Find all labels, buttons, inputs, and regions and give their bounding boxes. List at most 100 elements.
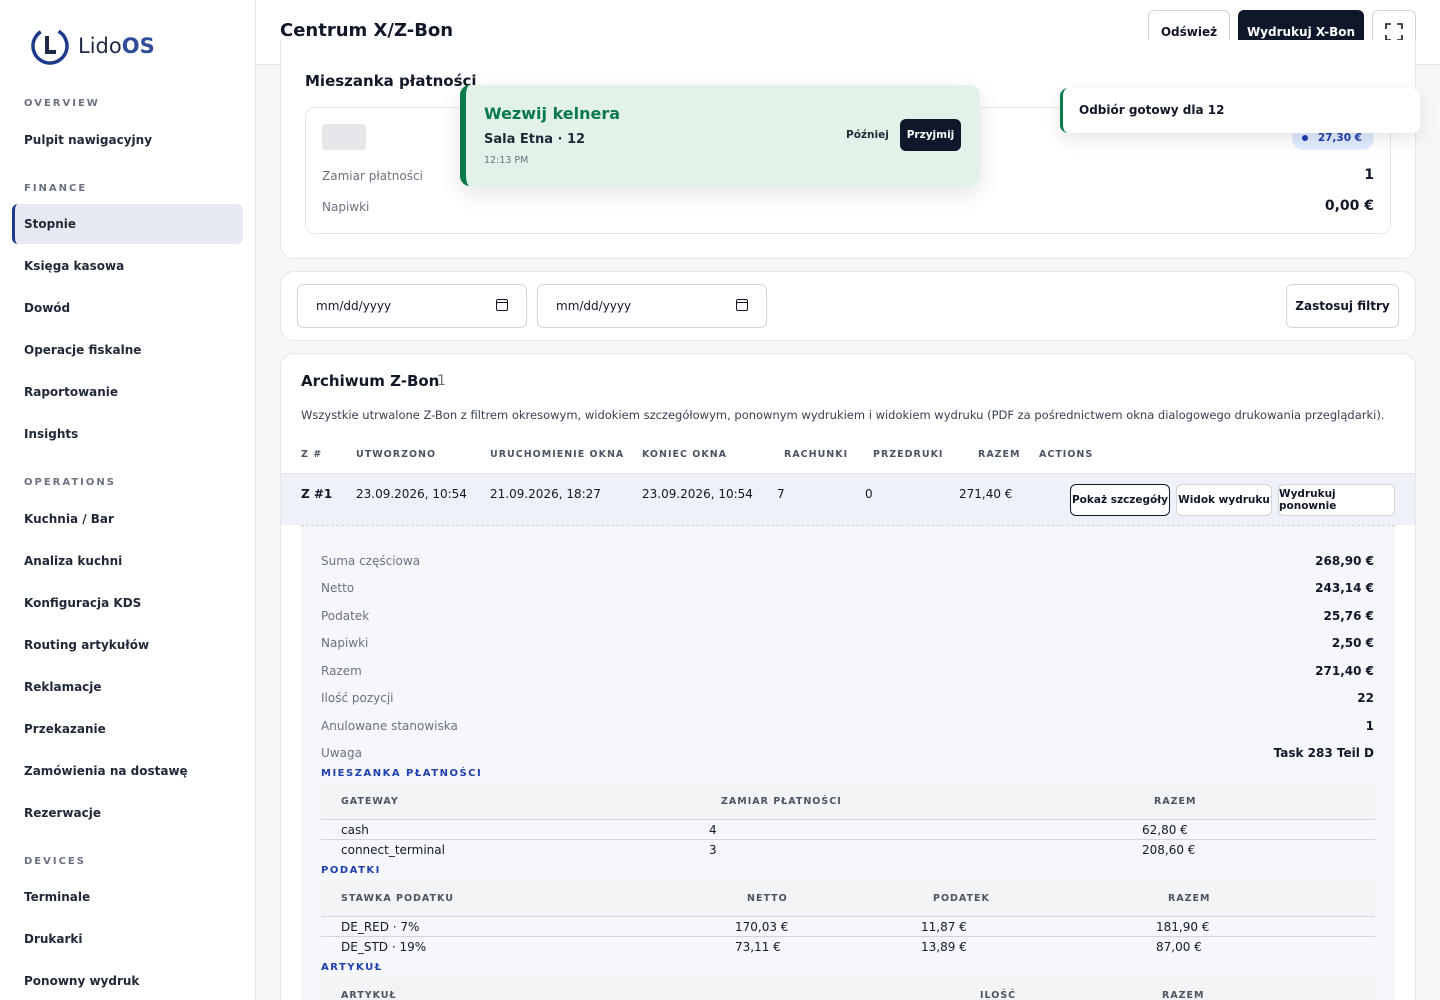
later-button[interactable]: Później	[838, 119, 897, 151]
tax-cell-total: 181,90 €	[1156, 920, 1210, 934]
tax-col-net: NETTO	[747, 893, 788, 904]
gateway-placeholder	[322, 124, 366, 150]
col-header-actions: ACTIONS	[1039, 449, 1094, 460]
detail-note-value: Task 283 Teil D	[1273, 746, 1374, 760]
show-details-button[interactable]: Pokaż szczegóły	[1070, 484, 1170, 516]
tax-cell-net: 73,11 €	[735, 940, 781, 954]
divider	[321, 936, 1375, 937]
tax-col-tax: PODATEK	[933, 893, 990, 904]
sidebar-item-delivery-orders[interactable]: Zamówienia na dostawę	[12, 751, 243, 791]
calendar-icon[interactable]	[736, 299, 748, 311]
tax-cell-rate: DE_STD · 19%	[341, 940, 427, 954]
col-header-window-end: KONIEC OKNA	[642, 449, 728, 460]
sidebar-item-terminals[interactable]: Terminale	[12, 877, 243, 917]
sidebar-item-cashbook[interactable]: Księga kasowa	[12, 246, 243, 286]
divider	[321, 839, 1375, 840]
sidebar-item-stopnie[interactable]: Stopnie	[12, 204, 243, 244]
logo[interactable]: LidoOS	[30, 26, 155, 66]
taxes-table-header	[321, 880, 1375, 916]
pm-cell-intent: 4	[709, 823, 717, 837]
detail-voided-value: 1	[1365, 719, 1374, 733]
toast-title: Wezwij kelnera	[484, 104, 621, 123]
col-header-receipts: RACHUNKI	[784, 449, 849, 460]
detail-item-count-value: 22	[1357, 691, 1374, 705]
tax-cell-total: 87,00 €	[1156, 940, 1202, 954]
articles-subtitle: ARTYKUŁ	[321, 962, 383, 973]
sidebar: LidoOS OVERVIEW Pulpit nawigacyjny FINAN…	[0, 0, 256, 1000]
detail-total-value: 271,40 €	[1315, 664, 1374, 678]
cell-reprints: 0	[865, 487, 873, 501]
sidebar-item-kitchen-bar[interactable]: Kuchnia / Bar	[12, 499, 243, 539]
date-to-input[interactable]: mm/dd/yyyy	[537, 284, 767, 328]
badge-dot-icon	[1301, 135, 1308, 141]
sidebar-item-item-routing[interactable]: Routing artykułów	[12, 625, 243, 665]
detail-tips-value: 2,50 €	[1331, 636, 1374, 650]
tips-value: 0,00 €	[1324, 198, 1374, 214]
apply-filters-button[interactable]: Zastosuj filtry	[1286, 284, 1399, 328]
pm-cell-total: 62,80 €	[1142, 823, 1188, 837]
detail-note-label: Uwaga	[321, 746, 362, 760]
detail-net-value: 243,14 €	[1315, 581, 1374, 595]
sidebar-item-reservations[interactable]: Rezerwacje	[12, 793, 243, 833]
detail-tax-label: Podatek	[321, 609, 370, 623]
pm-cell-total: 208,60 €	[1142, 843, 1196, 857]
art-col-quantity: ILOŚĆ	[980, 990, 1017, 1000]
detail-item-count-label: Ilość pozycji	[321, 691, 394, 705]
divider	[321, 819, 1375, 820]
pm-cell-gateway: cash	[341, 823, 369, 837]
date-from-input[interactable]: mm/dd/yyyy	[297, 284, 527, 328]
detail-voided-label: Anulowane stanowiska	[321, 719, 458, 733]
cell-z: Z #1	[301, 487, 333, 501]
reprint-button[interactable]: Wydrukuj ponownie	[1278, 484, 1395, 516]
tax-col-rate: STAWKA PODATKU	[341, 893, 454, 904]
sidebar-item-handover[interactable]: Przekazanie	[12, 709, 243, 749]
date-to-placeholder: mm/dd/yyyy	[556, 299, 632, 313]
sidebar-item-receipt[interactable]: Dowód	[12, 288, 243, 328]
archive-count: 1	[437, 373, 446, 389]
tax-cell-tax: 13,89 €	[921, 940, 967, 954]
col-header-window-start: URUCHOMIENIE OKNA	[490, 449, 625, 460]
sidebar-item-printers[interactable]: Drukarki	[12, 919, 243, 959]
call-waiter-toast: Wezwij kelnera Sala Etna · 12 12:13 PM P…	[460, 85, 980, 186]
pickup-ready-toast: Odbiór gotowy dla 12	[1060, 88, 1420, 133]
nav-section-finance: FINANCE	[24, 183, 88, 194]
date-from-placeholder: mm/dd/yyyy	[316, 299, 392, 313]
pm-cell-intent: 3	[709, 843, 717, 857]
cell-window-start: 21.09.2026, 18:27	[490, 487, 601, 501]
tax-cell-tax: 11,87 €	[921, 920, 967, 934]
detail-tax-value: 25,76 €	[1323, 609, 1374, 623]
sidebar-item-kds-config[interactable]: Konfiguracja KDS	[12, 583, 243, 623]
accept-button[interactable]: Przyjmij	[900, 119, 961, 151]
tax-cell-rate: DE_RED · 7%	[341, 920, 420, 934]
pm-col-total: RAZEM	[1154, 796, 1197, 807]
nav-section-overview: OVERVIEW	[24, 98, 100, 109]
articles-table-header	[321, 977, 1375, 1000]
sidebar-item-complaints[interactable]: Reklamacje	[12, 667, 243, 707]
sidebar-item-kitchen-analysis[interactable]: Analiza kuchni	[12, 541, 243, 581]
cell-created: 23.09.2026, 10:54	[356, 487, 467, 501]
payment-intent-label: Zamiar płatności	[322, 169, 423, 183]
page-title: Centrum X/Z-Bon	[280, 20, 454, 41]
pm-col-gateway: GATEWAY	[341, 796, 399, 807]
sidebar-item-insights[interactable]: Insights	[12, 414, 243, 454]
archive-description: Wszystkie utrwalone Z-Bon z filtrem okre…	[301, 408, 1385, 422]
tax-col-total: RAZEM	[1168, 893, 1211, 904]
calendar-icon[interactable]	[496, 299, 508, 311]
payment-mix-subtitle: MIESZANKA PŁATNOŚCI	[321, 768, 483, 779]
logo-icon	[31, 27, 69, 65]
sidebar-item-dashboard[interactable]: Pulpit nawigacyjny	[12, 120, 243, 160]
col-header-reprints: PRZEDRUKI	[873, 449, 944, 460]
col-header-total: RAZEM	[978, 449, 1021, 460]
divider	[321, 916, 1375, 917]
sidebar-item-reprint[interactable]: Ponowny wydruk	[12, 961, 243, 1000]
print-view-button[interactable]: Widok wydruku	[1176, 484, 1272, 516]
details-panel	[301, 525, 1395, 1000]
sidebar-item-reporting[interactable]: Raportowanie	[12, 372, 243, 412]
detail-subtotal-value: 268,90 €	[1315, 554, 1374, 568]
tips-label: Napiwki	[322, 200, 370, 214]
sidebar-item-fiscal-operations[interactable]: Operacje fiskalne	[12, 330, 243, 370]
toast-subtitle: Sala Etna · 12	[484, 132, 586, 147]
logo-text: LidoOS	[78, 34, 155, 58]
pickup-toast-text: Odbiór gotowy dla 12	[1079, 103, 1225, 117]
nav-section-devices: DEVICES	[24, 856, 86, 867]
